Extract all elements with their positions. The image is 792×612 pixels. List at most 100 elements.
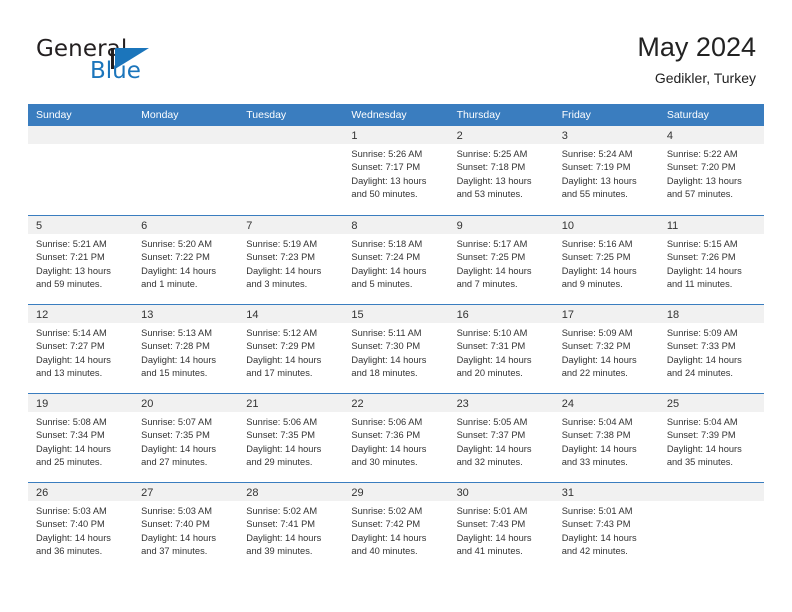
calendar-day-cell[interactable]: 28 Sunrise: 5:02 AM Sunset: 7:41 PM Dayligh… bbox=[238, 483, 344, 571]
calendar-day-cell-empty bbox=[238, 126, 344, 215]
day-number: 17 bbox=[561, 309, 574, 321]
day-details: Sunrise: 5:09 AM Sunset: 7:33 PM Daylight:… bbox=[659, 323, 764, 381]
calendar-day-cell[interactable]: 19 Sunrise: 5:08 AM Sunset: 7:34 PM Dayligh… bbox=[28, 394, 134, 482]
sunrise-text: Sunrise: 5:01 AM bbox=[561, 506, 633, 516]
daylight-text-line2: and 11 minutes. bbox=[666, 279, 733, 290]
sunrise-text: Sunrise: 5:22 AM bbox=[666, 149, 738, 159]
general-blue-logo: General Blue bbox=[36, 36, 216, 88]
calendar-day-cell[interactable]: 8 Sunrise: 5:18 AM Sunset: 7:24 PM Daylight… bbox=[343, 216, 449, 304]
calendar-week-row: 5 Sunrise: 5:21 AM Sunset: 7:21 PM Daylight… bbox=[28, 215, 764, 304]
sunset-text: Sunset: 7:18 PM bbox=[456, 162, 526, 173]
sunset-text: Sunset: 7:31 PM bbox=[456, 341, 526, 352]
day-number-band: 1 bbox=[343, 126, 449, 144]
day-details: Sunrise: 5:09 AM Sunset: 7:32 PM Daylight:… bbox=[554, 323, 659, 381]
calendar-day-cell[interactable]: 21 Sunrise: 5:06 AM Sunset: 7:35 PM Dayligh… bbox=[238, 394, 344, 482]
day-number: 13 bbox=[141, 309, 154, 321]
daylight-text-line1: Daylight: 14 hours bbox=[666, 354, 742, 365]
sunrise-text: Sunrise: 5:14 AM bbox=[36, 328, 107, 338]
daylight-text-line1: Daylight: 14 hours bbox=[36, 532, 111, 543]
calendar-day-cell[interactable]: 17 Sunrise: 5:09 AM Sunset: 7:32 PM Dayligh… bbox=[553, 305, 659, 393]
day-number-band: 2 bbox=[448, 126, 554, 144]
calendar-day-cell[interactable]: 13 Sunrise: 5:13 AM Sunset: 7:28 PM Dayligh… bbox=[133, 305, 239, 393]
day-details: Sunrise: 5:12 AM Sunset: 7:29 PM Daylight:… bbox=[238, 323, 343, 381]
calendar-day-cell[interactable]: 11 Sunrise: 5:15 AM Sunset: 7:26 PM Dayligh… bbox=[658, 216, 764, 304]
daylight-text-line1: Daylight: 14 hours bbox=[561, 532, 637, 543]
day-number: 10 bbox=[561, 220, 574, 232]
calendar-day-cell[interactable]: 25 Sunrise: 5:04 AM Sunset: 7:39 PM Dayligh… bbox=[658, 394, 764, 482]
sunset-text: Sunset: 7:29 PM bbox=[246, 341, 316, 352]
daylight-text-line1: Daylight: 14 hours bbox=[666, 443, 742, 454]
day-number-band: 28 bbox=[238, 483, 344, 501]
daylight-text-line1: Daylight: 14 hours bbox=[36, 354, 111, 365]
sunrise-text: Sunrise: 5:05 AM bbox=[456, 417, 528, 427]
daylight-text-line1: Daylight: 14 hours bbox=[561, 265, 637, 276]
day-details: Sunrise: 5:25 AM Sunset: 7:18 PM Daylight:… bbox=[449, 144, 554, 202]
calendar-day-cell[interactable]: 5 Sunrise: 5:21 AM Sunset: 7:21 PM Daylight… bbox=[28, 216, 134, 304]
title-block: May 2024 Gedikler, Turkey bbox=[637, 30, 756, 88]
sunset-text: Sunset: 7:41 PM bbox=[246, 519, 316, 530]
day-number-band: 7 bbox=[238, 216, 344, 234]
calendar-day-cell[interactable]: 31 Sunrise: 5:01 AM Sunset: 7:43 PM Dayligh… bbox=[553, 483, 659, 571]
day-details: Sunrise: 5:04 AM Sunset: 7:38 PM Daylight:… bbox=[554, 412, 659, 470]
calendar-day-cell[interactable]: 6 Sunrise: 5:20 AM Sunset: 7:22 PM Daylight… bbox=[133, 216, 239, 304]
calendar-day-cell[interactable]: 27 Sunrise: 5:03 AM Sunset: 7:40 PM Dayligh… bbox=[133, 483, 239, 571]
daylight-text-line2: and 40 minutes. bbox=[351, 546, 418, 557]
daylight-text-line2: and 32 minutes. bbox=[456, 457, 523, 468]
daylight-text-line2: and 41 minutes. bbox=[456, 546, 523, 557]
calendar-day-cell[interactable]: 22 Sunrise: 5:06 AM Sunset: 7:36 PM Dayligh… bbox=[343, 394, 449, 482]
calendar-day-cell[interactable]: 23 Sunrise: 5:05 AM Sunset: 7:37 PM Dayligh… bbox=[448, 394, 554, 482]
calendar-day-cell[interactable]: 24 Sunrise: 5:04 AM Sunset: 7:38 PM Dayligh… bbox=[553, 394, 659, 482]
day-number: 27 bbox=[141, 487, 154, 499]
day-number-band: 14 bbox=[238, 305, 344, 323]
calendar-day-cell[interactable]: 20 Sunrise: 5:07 AM Sunset: 7:35 PM Dayligh… bbox=[133, 394, 239, 482]
sunset-text: Sunset: 7:42 PM bbox=[351, 519, 421, 530]
calendar-day-cell[interactable]: 2 Sunrise: 5:25 AM Sunset: 7:18 PM Daylight… bbox=[448, 126, 554, 215]
day-number-band: 21 bbox=[238, 394, 344, 412]
calendar-day-cell[interactable]: 18 Sunrise: 5:09 AM Sunset: 7:33 PM Dayligh… bbox=[658, 305, 764, 393]
day-number: 28 bbox=[246, 487, 259, 499]
calendar-day-cell[interactable]: 16 Sunrise: 5:10 AM Sunset: 7:31 PM Dayligh… bbox=[448, 305, 554, 393]
calendar-day-cell[interactable]: 30 Sunrise: 5:01 AM Sunset: 7:43 PM Dayligh… bbox=[448, 483, 554, 571]
day-details: Sunrise: 5:13 AM Sunset: 7:28 PM Daylight:… bbox=[133, 323, 238, 381]
logo-text-blue: Blue bbox=[90, 58, 141, 84]
day-number-band: 9 bbox=[448, 216, 554, 234]
daylight-text-line1: Daylight: 14 hours bbox=[456, 354, 532, 365]
calendar-day-cell[interactable]: 29 Sunrise: 5:02 AM Sunset: 7:42 PM Dayligh… bbox=[343, 483, 449, 571]
day-number-band: 13 bbox=[133, 305, 239, 323]
calendar-day-cell[interactable]: 15 Sunrise: 5:11 AM Sunset: 7:30 PM Dayligh… bbox=[343, 305, 449, 393]
day-number-band bbox=[658, 483, 764, 501]
calendar-day-cell[interactable]: 12 Sunrise: 5:14 AM Sunset: 7:27 PM Dayligh… bbox=[28, 305, 134, 393]
day-details: Sunrise: 5:22 AM Sunset: 7:20 PM Daylight:… bbox=[659, 144, 764, 202]
daylight-text-line1: Daylight: 14 hours bbox=[246, 354, 322, 365]
day-number: 4 bbox=[666, 130, 673, 142]
calendar-day-cell[interactable]: 10 Sunrise: 5:16 AM Sunset: 7:25 PM Dayligh… bbox=[553, 216, 659, 304]
daylight-text-line1: Daylight: 13 hours bbox=[666, 175, 742, 186]
calendar-day-cell[interactable]: 1 Sunrise: 5:26 AM Sunset: 7:17 PM Daylight… bbox=[343, 126, 449, 215]
day-number-band: 6 bbox=[133, 216, 239, 234]
day-number: 12 bbox=[36, 309, 49, 321]
day-details: Sunrise: 5:02 AM Sunset: 7:41 PM Daylight:… bbox=[238, 501, 343, 559]
sunrise-text: Sunrise: 5:21 AM bbox=[36, 239, 107, 249]
calendar-day-cell[interactable]: 7 Sunrise: 5:19 AM Sunset: 7:23 PM Daylight… bbox=[238, 216, 344, 304]
daylight-text-line1: Daylight: 14 hours bbox=[351, 354, 427, 365]
daylight-text-line2: and 39 minutes. bbox=[246, 546, 313, 557]
page-title: May 2024 bbox=[637, 32, 756, 62]
daylight-text-line1: Daylight: 14 hours bbox=[351, 443, 427, 454]
daylight-text-line1: Daylight: 14 hours bbox=[246, 265, 322, 276]
calendar-week-row: 12 Sunrise: 5:14 AM Sunset: 7:27 PM Dayligh… bbox=[28, 304, 764, 393]
calendar-day-cell[interactable]: 9 Sunrise: 5:17 AM Sunset: 7:25 PM Daylight… bbox=[448, 216, 554, 304]
calendar-day-cell[interactable]: 4 Sunrise: 5:22 AM Sunset: 7:20 PM Daylight… bbox=[658, 126, 764, 215]
sunrise-text: Sunrise: 5:26 AM bbox=[351, 149, 423, 159]
day-number-band: 3 bbox=[553, 126, 659, 144]
daylight-text-line1: Daylight: 13 hours bbox=[561, 175, 637, 186]
calendar-day-cell[interactable]: 26 Sunrise: 5:03 AM Sunset: 7:40 PM Dayligh… bbox=[28, 483, 134, 571]
calendar-day-cell[interactable]: 14 Sunrise: 5:12 AM Sunset: 7:29 PM Dayligh… bbox=[238, 305, 344, 393]
daylight-text-line2: and 22 minutes. bbox=[561, 368, 628, 379]
calendar-day-cell[interactable]: 3 Sunrise: 5:24 AM Sunset: 7:19 PM Daylight… bbox=[553, 126, 659, 215]
sunset-text: Sunset: 7:26 PM bbox=[666, 252, 736, 263]
daylight-text-line2: and 1 minute. bbox=[141, 279, 198, 290]
day-details: Sunrise: 5:03 AM Sunset: 7:40 PM Daylight:… bbox=[133, 501, 238, 559]
daylight-text-line1: Daylight: 13 hours bbox=[36, 265, 111, 276]
sunrise-text: Sunrise: 5:08 AM bbox=[36, 417, 107, 427]
sunset-text: Sunset: 7:37 PM bbox=[456, 430, 526, 441]
